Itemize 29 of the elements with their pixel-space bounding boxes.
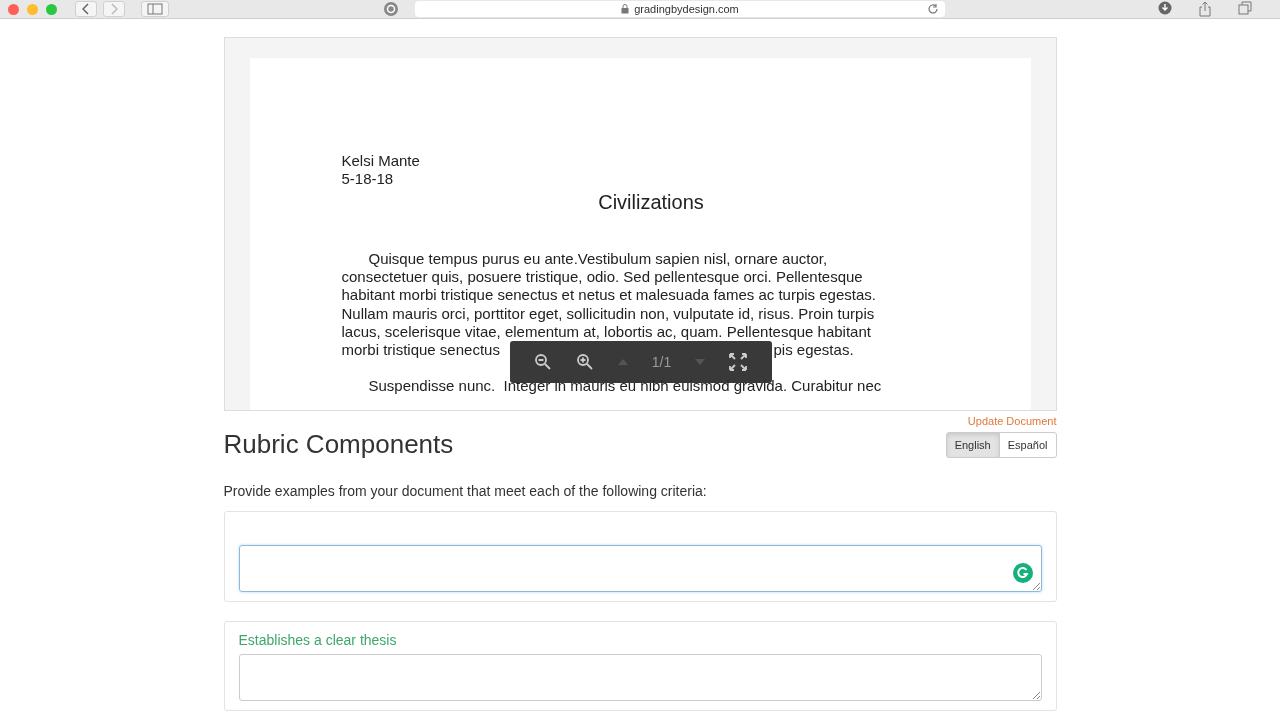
answer-box[interactable] bbox=[238, 545, 1042, 592]
document-title: Civilizations bbox=[597, 191, 705, 214]
tabs-icon[interactable] bbox=[1238, 1, 1252, 15]
fullscreen-icon[interactable] bbox=[729, 353, 748, 371]
address-bar[interactable]: gradingbydesign.com bbox=[415, 1, 945, 17]
zoom-in-icon[interactable] bbox=[575, 353, 594, 371]
sidebar-button[interactable] bbox=[141, 1, 169, 17]
forward-button[interactable] bbox=[103, 1, 125, 17]
back-button[interactable] bbox=[75, 1, 97, 17]
language-button[interactable]: Español bbox=[998, 431, 1057, 458]
page-indicator: 1/1 bbox=[651, 354, 672, 370]
language-button[interactable]: English bbox=[945, 431, 1000, 458]
zoom-out-icon[interactable] bbox=[533, 353, 552, 371]
instructions-text: Provide examples from your document that meet each of the following criteria: bbox=[223, 483, 708, 499]
section-heading: Rubric Components bbox=[223, 429, 454, 460]
document-text: pis egestas. bbox=[773, 341, 854, 360]
resize-grip-icon[interactable] bbox=[1032, 583, 1040, 590]
zoom-window-icon[interactable] bbox=[46, 3, 57, 15]
grammar-check-icon[interactable] bbox=[1012, 563, 1033, 583]
extension-icon[interactable] bbox=[383, 1, 399, 17]
document-date: 5-18-18 bbox=[341, 170, 395, 188]
author-name: Kelsi Mante bbox=[341, 152, 421, 170]
resize-grip-icon[interactable] bbox=[1032, 692, 1040, 699]
share-icon[interactable] bbox=[1198, 1, 1212, 17]
minimize-window-icon[interactable] bbox=[27, 3, 38, 15]
close-window-icon[interactable] bbox=[8, 3, 19, 15]
answer-box[interactable] bbox=[238, 654, 1042, 701]
download-icon[interactable] bbox=[1158, 1, 1172, 15]
criterion-label: Establishes a clear thesis bbox=[238, 631, 398, 650]
